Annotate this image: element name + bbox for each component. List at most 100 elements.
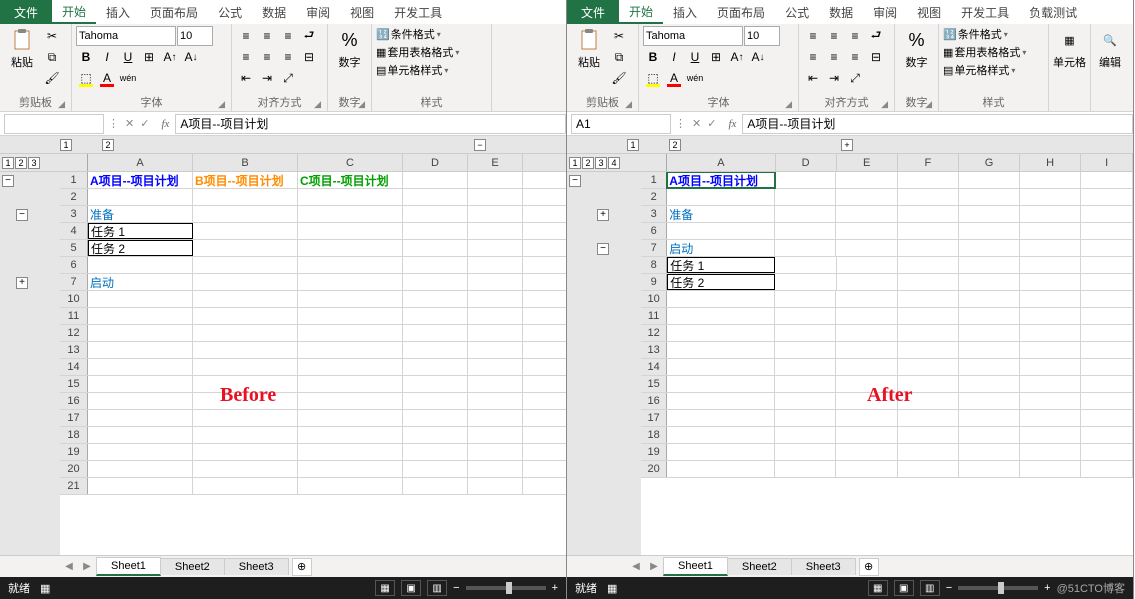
cell[interactable]: 准备 bbox=[667, 206, 775, 222]
font-shrink-icon[interactable]: A↓ bbox=[748, 47, 768, 67]
cell[interactable] bbox=[1081, 342, 1133, 358]
align-top-icon[interactable]: ≡ bbox=[236, 26, 256, 46]
tab-home[interactable]: 开始 bbox=[52, 0, 96, 24]
tab-layout[interactable]: 页面布局 bbox=[140, 0, 208, 24]
enter-icon[interactable]: ✓ bbox=[140, 117, 149, 130]
zoom-out-icon[interactable]: − bbox=[946, 582, 952, 594]
font-grow-icon[interactable]: A↑ bbox=[727, 47, 747, 67]
cell[interactable] bbox=[1020, 410, 1081, 426]
cell[interactable] bbox=[298, 189, 403, 205]
col-header[interactable]: C bbox=[298, 154, 403, 171]
bold-button[interactable]: B bbox=[643, 47, 663, 67]
cell[interactable] bbox=[88, 427, 193, 443]
cell[interactable] bbox=[836, 427, 897, 443]
tab-insert[interactable]: 插入 bbox=[663, 0, 707, 24]
zoom-slider[interactable] bbox=[466, 586, 546, 590]
font-color-button[interactable]: A bbox=[664, 68, 684, 88]
dialog-launcher-icon[interactable]: ◢ bbox=[881, 99, 888, 110]
col-header[interactable]: E bbox=[837, 154, 898, 171]
col-header[interactable]: I bbox=[1081, 154, 1133, 171]
cell[interactable] bbox=[775, 308, 836, 324]
select-all-corner[interactable] bbox=[641, 154, 667, 171]
cell[interactable] bbox=[1020, 444, 1081, 460]
cell[interactable] bbox=[193, 240, 298, 256]
cell[interactable] bbox=[775, 359, 836, 375]
cell[interactable]: C项目--项目计划 bbox=[298, 172, 403, 188]
dialog-launcher-icon[interactable]: ◢ bbox=[358, 99, 365, 110]
cancel-icon[interactable]: ✕ bbox=[692, 117, 701, 130]
align-center-icon[interactable]: ≡ bbox=[257, 47, 277, 67]
sheet-tab[interactable]: Sheet1 bbox=[663, 557, 728, 576]
cell[interactable] bbox=[88, 478, 193, 494]
border-button[interactable]: ⊞ bbox=[706, 47, 726, 67]
tab-data[interactable]: 数据 bbox=[252, 0, 296, 24]
cell[interactable] bbox=[1081, 325, 1133, 341]
cell[interactable] bbox=[468, 308, 523, 324]
cell[interactable] bbox=[193, 325, 298, 341]
align-right-icon[interactable]: ≡ bbox=[278, 47, 298, 67]
cell[interactable] bbox=[959, 291, 1020, 307]
cell[interactable] bbox=[898, 206, 959, 222]
cell[interactable]: A项目--项目计划 bbox=[667, 172, 775, 188]
conditional-format-button[interactable]: 🔢条件格式▾ bbox=[376, 26, 441, 42]
col-outline-collapse[interactable]: − bbox=[474, 139, 486, 151]
cell[interactable] bbox=[298, 223, 403, 239]
cell[interactable] bbox=[667, 189, 775, 205]
tab-data[interactable]: 数据 bbox=[819, 0, 863, 24]
cell[interactable] bbox=[775, 189, 836, 205]
cell[interactable] bbox=[403, 427, 468, 443]
cell[interactable] bbox=[837, 257, 898, 273]
view-normal-icon[interactable]: ▦ bbox=[375, 580, 395, 596]
cell[interactable]: 任务 1 bbox=[667, 257, 775, 273]
cell[interactable] bbox=[1081, 308, 1133, 324]
cell[interactable] bbox=[1081, 274, 1133, 290]
col-header[interactable]: F bbox=[898, 154, 959, 171]
cell-styles-button[interactable]: ▤单元格样式▾ bbox=[943, 62, 1015, 78]
sheet-tab[interactable]: Sheet1 bbox=[96, 557, 161, 576]
italic-button[interactable]: I bbox=[97, 47, 117, 67]
cell[interactable] bbox=[836, 291, 897, 307]
row-outline-level-2[interactable]: 2 bbox=[15, 157, 27, 169]
cell[interactable] bbox=[775, 172, 836, 188]
cell[interactable] bbox=[959, 393, 1020, 409]
table-format-button[interactable]: ▦套用表格格式▾ bbox=[376, 44, 459, 60]
cell[interactable] bbox=[775, 325, 836, 341]
cell[interactable] bbox=[468, 206, 523, 222]
font-size-select[interactable] bbox=[744, 26, 780, 46]
cell[interactable] bbox=[193, 223, 298, 239]
cell[interactable] bbox=[88, 376, 193, 392]
cell[interactable] bbox=[88, 359, 193, 375]
cell[interactable] bbox=[1081, 376, 1133, 392]
cell[interactable] bbox=[193, 257, 298, 273]
sheet-nav-next-icon[interactable]: ▶ bbox=[78, 561, 96, 572]
cell[interactable] bbox=[1020, 240, 1081, 256]
cell[interactable] bbox=[403, 257, 468, 273]
cell[interactable] bbox=[1020, 274, 1081, 290]
cell[interactable] bbox=[403, 478, 468, 494]
row-header[interactable]: 6 bbox=[60, 257, 88, 273]
cell[interactable] bbox=[403, 206, 468, 222]
cell[interactable] bbox=[836, 359, 897, 375]
cell[interactable] bbox=[88, 410, 193, 426]
row-header[interactable]: 3 bbox=[60, 206, 88, 222]
row-header[interactable]: 18 bbox=[60, 427, 88, 443]
dialog-launcher-icon[interactable]: ◢ bbox=[785, 99, 792, 110]
cell[interactable] bbox=[836, 325, 897, 341]
tab-load[interactable]: 负载测试 bbox=[1019, 0, 1087, 24]
cell[interactable] bbox=[403, 359, 468, 375]
enter-icon[interactable]: ✓ bbox=[707, 117, 716, 130]
align-center-icon[interactable]: ≡ bbox=[824, 47, 844, 67]
cell[interactable] bbox=[88, 325, 193, 341]
cell[interactable] bbox=[298, 427, 403, 443]
cell[interactable] bbox=[775, 223, 836, 239]
cell[interactable] bbox=[959, 223, 1020, 239]
cell[interactable] bbox=[298, 359, 403, 375]
cell[interactable] bbox=[667, 410, 775, 426]
copy-icon[interactable]: ⧉ bbox=[609, 47, 629, 67]
cell[interactable]: A项目--项目计划 bbox=[88, 172, 193, 188]
col-outline-level-1[interactable]: 1 bbox=[60, 139, 72, 151]
cell[interactable] bbox=[403, 325, 468, 341]
cell[interactable] bbox=[403, 240, 468, 256]
row-header[interactable]: 15 bbox=[641, 376, 667, 392]
cell[interactable] bbox=[898, 410, 959, 426]
